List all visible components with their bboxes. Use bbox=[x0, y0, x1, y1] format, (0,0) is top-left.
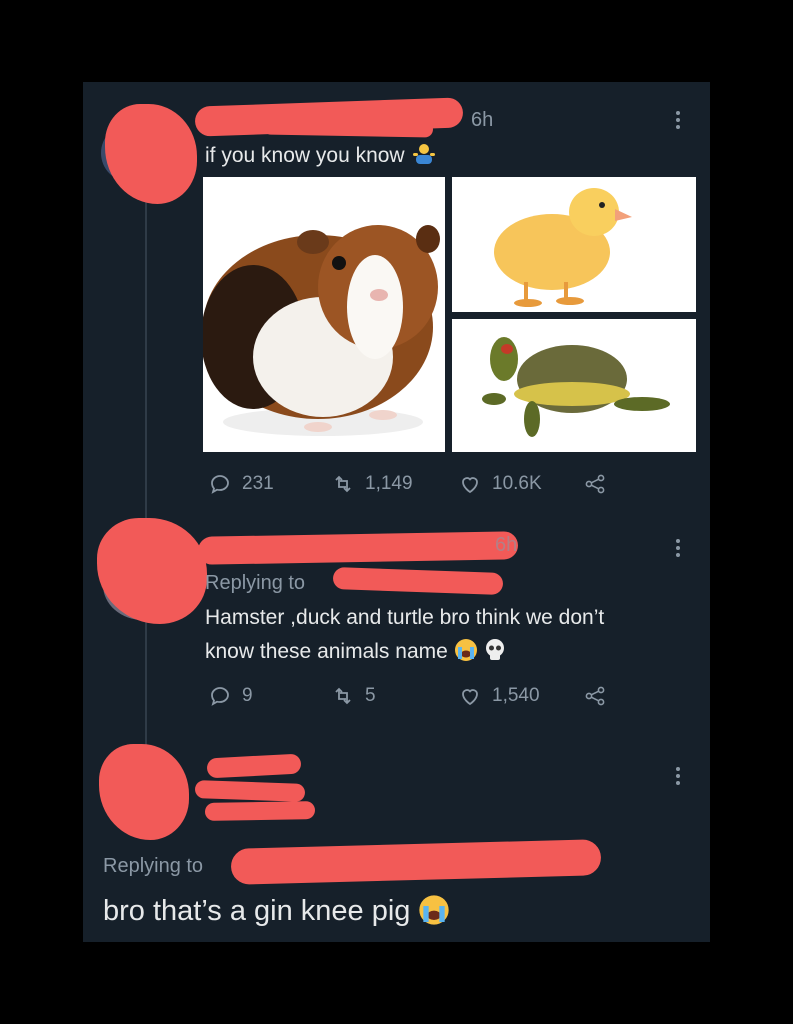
turtle-image[interactable] bbox=[452, 319, 696, 452]
avatar-redaction bbox=[99, 744, 189, 840]
username-redaction bbox=[206, 753, 302, 779]
guinea-pig-image[interactable] bbox=[203, 177, 445, 452]
username-redaction-3 bbox=[204, 801, 316, 821]
loudly-crying-face-icon bbox=[419, 895, 450, 925]
more-options-icon[interactable] bbox=[676, 536, 680, 560]
mention-redaction bbox=[230, 839, 602, 885]
reply-count: 9 bbox=[242, 685, 253, 706]
more-options-icon[interactable] bbox=[676, 108, 680, 132]
tweet-text: if you know you know bbox=[205, 142, 436, 168]
reply-action[interactable]: 231 bbox=[208, 472, 274, 496]
reply-text-line1: Hamster ,duck and turtle bro think we do… bbox=[205, 606, 605, 629]
retweet-count: 1,149 bbox=[365, 473, 413, 494]
reply2-text: bro that’s a gin knee pig bbox=[103, 894, 450, 928]
share-action[interactable] bbox=[583, 472, 607, 496]
duckling-image[interactable] bbox=[452, 177, 696, 312]
comment-icon bbox=[211, 687, 229, 706]
more-options-icon[interactable] bbox=[676, 764, 680, 788]
reply-count: 231 bbox=[242, 473, 274, 494]
heart-icon bbox=[462, 689, 478, 706]
reply-action[interactable]: 9 bbox=[208, 684, 253, 708]
share-icon bbox=[585, 474, 605, 494]
like-count: 10.6K bbox=[492, 473, 542, 494]
guinea-pig-illustration bbox=[203, 225, 440, 436]
reply-text-line2: know these animals name bbox=[205, 638, 507, 664]
turtle-illustration bbox=[482, 337, 670, 437]
tweet-text-content: if you know you know bbox=[205, 144, 405, 167]
username-redaction-2 bbox=[262, 118, 434, 138]
replying-to-label: Replying to bbox=[103, 855, 204, 877]
thread-connector-line bbox=[145, 200, 147, 828]
retweet-count: 5 bbox=[365, 685, 376, 706]
person-shrugging-icon bbox=[413, 144, 436, 164]
replying-to-label: Replying to bbox=[205, 572, 306, 594]
username-redaction bbox=[197, 531, 519, 565]
heart-icon bbox=[462, 477, 478, 494]
comment-icon bbox=[211, 475, 229, 494]
tweet-thread-frame: 6h if you know you know 231 1,149 10.6K … bbox=[83, 82, 710, 942]
retweet-action[interactable]: 5 bbox=[331, 684, 376, 708]
avatar-redaction bbox=[105, 104, 197, 204]
share-icon bbox=[585, 686, 605, 706]
retweet-action[interactable]: 1,149 bbox=[331, 472, 413, 496]
like-count: 1,540 bbox=[492, 685, 540, 706]
retweet-icon bbox=[335, 687, 351, 705]
duckling-illustration bbox=[494, 188, 632, 307]
reply-text-line2-content: know these animals name bbox=[205, 640, 448, 663]
skull-icon bbox=[486, 639, 505, 660]
like-action[interactable]: 10.6K bbox=[458, 472, 542, 496]
reply-time[interactable]: 6h bbox=[495, 534, 517, 557]
like-action[interactable]: 1,540 bbox=[458, 684, 540, 708]
username-redaction-2 bbox=[332, 567, 504, 595]
username-redaction-2 bbox=[194, 780, 306, 802]
reply2-text-content: bro that’s a gin knee pig bbox=[103, 895, 411, 927]
retweet-icon bbox=[335, 475, 351, 493]
share-action[interactable] bbox=[583, 684, 607, 708]
tweet-time[interactable]: 6h bbox=[471, 109, 493, 132]
loudly-crying-face-icon bbox=[454, 639, 477, 661]
